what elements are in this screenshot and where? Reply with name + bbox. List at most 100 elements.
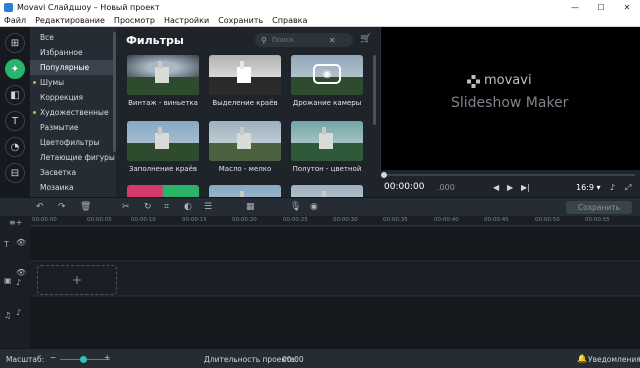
menu-view[interactable]: Просмотр — [114, 16, 155, 25]
step-back-icon[interactable]: ◀ — [493, 183, 499, 192]
category-noise[interactable]: Шумы — [30, 75, 116, 90]
volume-icon[interactable]: ♪ — [610, 183, 615, 192]
movavi-logo-icon — [467, 75, 480, 88]
audio-track[interactable] — [30, 297, 640, 348]
notifications-link[interactable]: Уведомления — [588, 355, 640, 364]
category-popular[interactable]: Популярные — [30, 60, 116, 75]
redo-icon[interactable]: ↷ — [58, 202, 66, 212]
media-icon[interactable]: ▦ — [246, 202, 255, 212]
filter-thumb-edge-detect[interactable] — [209, 55, 281, 95]
new-badge-dot — [33, 81, 36, 84]
status-bar: Масштаб: − + Длительность проекта: 00:00… — [0, 348, 640, 368]
ruler-tick: 00:00:05 — [87, 217, 112, 223]
maximize-button[interactable]: ☐ — [588, 0, 614, 15]
category-color-filters[interactable]: Цветофильтры — [30, 135, 116, 150]
window-title: Movavi Слайдшоу – Новый проект — [17, 3, 160, 12]
category-blur[interactable]: Размытие — [30, 120, 116, 135]
filter-thumb-edge-fill[interactable] — [127, 121, 199, 161]
filter-label: Заполнение краёв — [128, 165, 198, 173]
category-artistic[interactable]: Художественные — [30, 105, 116, 120]
timeline-toolbar: ↶ ↷ 🗑 ✂ ↻ ⌗ ◐ ☰ ▦ 🎙 ◉ Сохранить — [0, 197, 640, 216]
filter-label: Винтаж - виньетка — [128, 99, 198, 107]
playback-controls: 00:00:00 .000 ◀ ▶ ▶| 16:9 ▾ ♪ ⤢ — [380, 179, 640, 197]
cut-icon[interactable]: ✂ — [122, 202, 130, 212]
category-all[interactable]: Все — [30, 30, 116, 45]
more-tools-icon[interactable]: ⊟ — [5, 163, 25, 183]
filter-label: Полутон - цветной — [292, 165, 362, 173]
volume-icon[interactable]: ♪ — [16, 278, 21, 287]
video-track-icon: ▣ — [4, 276, 12, 285]
save-button[interactable]: Сохранить — [566, 201, 632, 214]
filter-thumb-oil-fine[interactable] — [209, 121, 281, 161]
visibility-icon[interactable]: 👁 — [16, 238, 26, 247]
category-favorites[interactable]: Избранное — [30, 45, 116, 60]
ruler-tick: 00:00:15 — [182, 217, 207, 223]
menu-save[interactable]: Сохранить — [218, 16, 263, 25]
menu-help[interactable]: Справка — [272, 16, 307, 25]
minimize-button[interactable]: — — [562, 0, 588, 15]
crop-icon[interactable]: ⌗ — [164, 202, 169, 212]
category-label: Художественные — [40, 108, 109, 117]
ruler-tick: 00:00:35 — [383, 217, 408, 223]
search-input[interactable] — [271, 36, 327, 44]
properties-icon[interactable]: ☰ — [204, 202, 212, 212]
aspect-ratio-value: 16:9 — [576, 183, 594, 192]
filters-scrollbar[interactable] — [373, 55, 376, 125]
zoom-out-icon[interactable]: − — [50, 353, 56, 362]
title-bar: Movavi Слайдшоу – Новый проект — ☐ ✕ — [0, 0, 640, 15]
visibility-icon[interactable]: 👁 — [16, 268, 26, 277]
microphone-icon[interactable]: 🎙 — [290, 202, 301, 212]
video-track[interactable] — [30, 262, 640, 296]
close-button[interactable]: ✕ — [614, 0, 640, 15]
preview-scrubber[interactable] — [380, 171, 640, 179]
menu-settings[interactable]: Настройки — [164, 16, 209, 25]
delete-icon[interactable]: 🗑 — [80, 202, 91, 212]
filter-label: Выделение краёв — [212, 99, 278, 107]
stickers-icon[interactable]: ◔ — [5, 137, 25, 157]
music-track-icon: ♫ — [4, 311, 12, 320]
fullscreen-icon[interactable]: ⤢ — [625, 183, 631, 193]
transitions-icon[interactable]: ◧ — [5, 85, 25, 105]
title-track[interactable] — [30, 227, 640, 261]
scrubber-handle[interactable] — [381, 172, 387, 178]
filter-thumb-vintage-vignette[interactable] — [127, 55, 199, 95]
ruler-tick: 00:00:25 — [283, 217, 308, 223]
filter-thumb-row3-2[interactable] — [209, 185, 281, 197]
filter-thumb-row3-1[interactable] — [127, 185, 199, 197]
clear-search-icon[interactable]: ✕ — [329, 36, 336, 45]
ruler-tick: 00:00:50 — [535, 217, 560, 223]
timeline-ruler[interactable]: 00:00:00 00:00:05 00:00:10 00:00:15 00:0… — [30, 216, 640, 226]
color-adjust-icon[interactable]: ◐ — [184, 202, 192, 212]
category-light-leaks[interactable]: Засветка — [30, 165, 116, 180]
store-cart-icon[interactable]: 🛒 — [360, 34, 371, 44]
category-correction[interactable]: Коррекция — [30, 90, 116, 105]
product-name: Slideshow Maker — [451, 95, 569, 111]
new-badge-dot — [33, 111, 36, 114]
filter-thumb-camera-shake[interactable]: ◉ — [291, 55, 363, 95]
aspect-ratio-select[interactable]: 16:9 ▾ — [576, 183, 601, 192]
step-forward-icon[interactable]: ▶| — [521, 183, 530, 192]
brand-name: movavi — [484, 73, 532, 88]
category-mosaic[interactable]: Мозаика — [30, 180, 116, 195]
zoom-in-icon[interactable]: + — [104, 353, 110, 362]
ruler-tick: 00:00:10 — [131, 217, 156, 223]
play-icon[interactable]: ▶ — [507, 183, 513, 192]
category-flying-shapes[interactable]: Летающие фигуры — [30, 150, 116, 165]
filters-title: Фильтры — [126, 34, 184, 47]
volume-icon[interactable]: ♪ — [16, 308, 21, 317]
scrubber-track — [383, 174, 635, 176]
undo-icon[interactable]: ↶ — [36, 202, 44, 212]
add-track-icon[interactable]: ≡+ — [9, 218, 22, 227]
zoom-slider-handle[interactable] — [80, 356, 87, 363]
video-preview[interactable]: movavi Slideshow Maker — [380, 27, 640, 170]
menu-edit[interactable]: Редактирование — [35, 16, 105, 25]
menu-file[interactable]: Файл — [4, 16, 26, 25]
filters-icon[interactable]: ✦ — [5, 59, 25, 79]
filter-thumb-row3-3[interactable] — [291, 185, 363, 197]
webcam-icon[interactable]: ◉ — [310, 202, 318, 212]
import-icon[interactable]: ⊞ — [5, 33, 25, 53]
add-media-dropzone[interactable]: + — [37, 265, 117, 295]
titles-icon[interactable]: T — [5, 111, 25, 131]
filter-thumb-halftone-color[interactable] — [291, 121, 363, 161]
rotate-icon[interactable]: ↻ — [144, 202, 152, 212]
